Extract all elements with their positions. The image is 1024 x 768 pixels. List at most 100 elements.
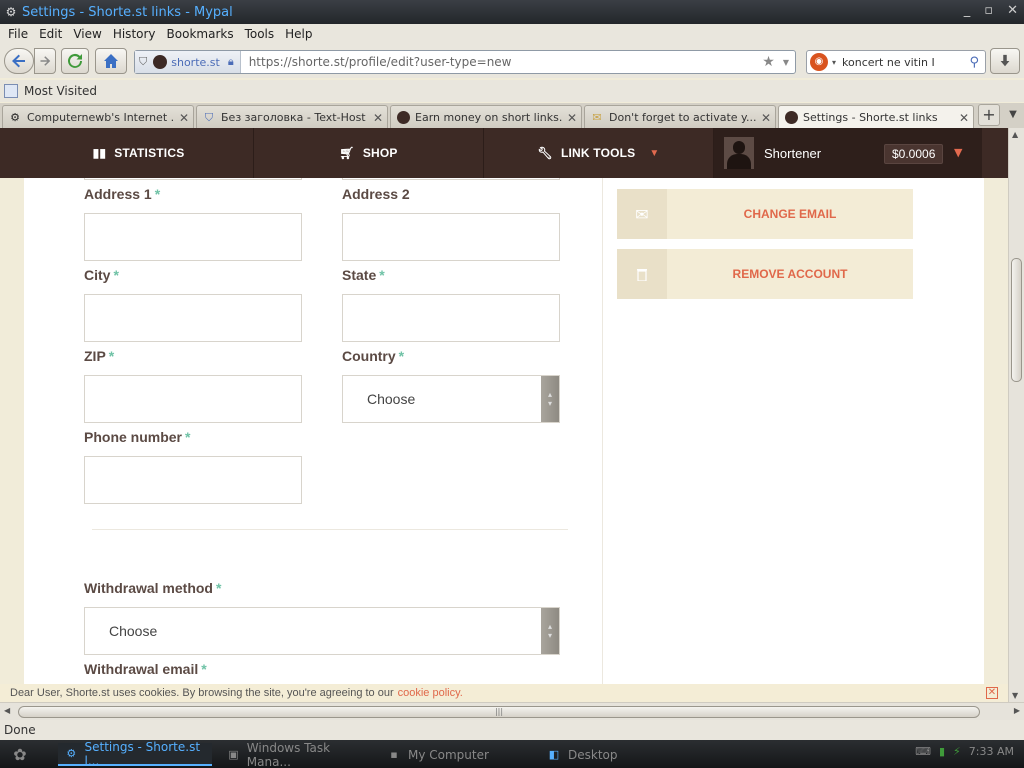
state-input[interactable] — [342, 294, 560, 342]
menu-file[interactable]: File — [8, 27, 28, 41]
menubar: File Edit View History Bookmarks Tools H… — [0, 24, 1024, 44]
tab-text-host[interactable]: ⛉ Без заголовка - Text-Host - ... ✕ — [196, 105, 388, 129]
address-bar[interactable]: ⛉ shorte.st 🔒︎ https://shorte.st/profile… — [134, 50, 796, 74]
tab-activate-email[interactable]: ✉ Don't forget to activate y... ✕ — [584, 105, 776, 129]
tab-list-button[interactable]: ▼ — [1004, 104, 1022, 126]
withdrawal-method-select[interactable]: Choose ▴ ▾ — [84, 607, 560, 655]
text-host-favicon-icon: ⛉ — [204, 110, 214, 124]
page-vertical-scrollbar[interactable]: ▲ ▼ — [1008, 128, 1024, 702]
scroll-right-icon[interactable]: ▶ — [1014, 706, 1020, 715]
cookie-notice: Dear User, Shorte.st uses cookies. By br… — [0, 684, 1008, 702]
taskbar: ✿ ⚙ Settings - Shorte.st l... ▣ Windows … — [0, 740, 1024, 768]
horizontal-scrollbar[interactable]: ◀ ||| ▶ — [0, 702, 1024, 720]
url-dropdown-icon[interactable]: ▼ — [783, 58, 789, 67]
cart-icon: 🛒︎ — [339, 146, 355, 160]
task-windows-task-manager[interactable]: ▣ Windows Task Mana... — [220, 741, 374, 768]
identity-site-label: shorte.st — [171, 55, 220, 69]
chevron-down-icon[interactable]: ▼ — [954, 146, 962, 159]
downloads-button[interactable] — [990, 48, 1020, 74]
task-label: Desktop — [568, 747, 618, 762]
cookie-policy-link[interactable]: cookie policy. — [398, 687, 463, 699]
bookmark-star-icon[interactable]: ★ — [762, 54, 775, 70]
scroll-up-icon[interactable]: ▲ — [1012, 130, 1018, 139]
search-icon[interactable]: ⚲ — [969, 55, 979, 70]
country-select[interactable]: Choose ▴ ▾ — [342, 375, 560, 423]
window-title: Settings - Shorte.st links - Mypal — [22, 4, 233, 20]
search-engine-icon[interactable]: ◉ — [810, 53, 828, 71]
maximize-button[interactable]: ▫ — [984, 3, 993, 18]
menu-history[interactable]: History — [113, 27, 156, 41]
user-menu[interactable]: Shortener $0.0006 ▼ — [714, 128, 982, 178]
scroll-left-icon[interactable]: ◀ — [4, 706, 10, 715]
scrollbar-thumb[interactable] — [1011, 258, 1022, 382]
start-button[interactable]: ✿ — [0, 740, 40, 768]
minimize-button[interactable]: _ — [964, 3, 971, 18]
status-text: Done — [4, 723, 36, 737]
menu-edit[interactable]: Edit — [39, 27, 62, 41]
envelope-icon: ✉ — [617, 189, 667, 239]
menu-view[interactable]: View — [73, 27, 101, 41]
reload-button[interactable] — [61, 48, 89, 74]
bar-chart-icon: ▮▮ — [92, 146, 107, 160]
bookmarks-toolbar: Most Visited — [0, 80, 1024, 102]
tab-settings[interactable]: Settings - Shorte.st links ✕ — [778, 105, 974, 129]
task-my-computer[interactable]: ▪ My Computer — [380, 743, 530, 766]
url-text[interactable]: https://shorte.st/profile/edit?user-type… — [249, 55, 763, 69]
battery-icon[interactable]: ▮ — [939, 745, 945, 758]
tab-close-icon[interactable]: ✕ — [761, 111, 771, 125]
network-icon[interactable]: ⚡︎ — [953, 745, 961, 758]
home-button[interactable] — [95, 48, 127, 74]
nav-statistics-label: STATISTICS — [114, 146, 185, 160]
new-tab-button[interactable]: + — [978, 104, 1000, 126]
city-input[interactable] — [84, 294, 302, 342]
balance-badge: $0.0006 — [884, 144, 944, 164]
change-email-button[interactable]: ✉ CHANGE EMAIL — [617, 189, 913, 239]
task-settings-browser[interactable]: ⚙ Settings - Shorte.st l... — [58, 740, 212, 768]
remove-account-label: REMOVE ACCOUNT — [732, 267, 848, 281]
bookmark-most-visited[interactable]: Most Visited — [24, 84, 97, 98]
forward-arrow-icon — [40, 56, 51, 66]
forward-button[interactable] — [34, 48, 56, 74]
close-window-button[interactable]: ✕ — [1007, 3, 1018, 18]
site-identity-box[interactable]: ⛉ shorte.st 🔒︎ — [135, 51, 241, 73]
tab-earn-money[interactable]: Earn money on short links... ✕ — [390, 105, 582, 129]
back-button[interactable] — [4, 48, 34, 74]
address1-input[interactable] — [84, 213, 302, 261]
computernewb-favicon-icon: ⚙ — [10, 111, 20, 124]
reload-icon — [68, 53, 82, 68]
menu-tools[interactable]: Tools — [245, 27, 275, 41]
clock[interactable]: 7:33 AM — [969, 745, 1014, 758]
nav-statistics[interactable]: ▮▮ STATISTICS — [24, 128, 254, 178]
back-arrow-icon — [12, 54, 25, 68]
tab-close-icon[interactable]: ✕ — [373, 111, 383, 125]
tab-computernewb[interactable]: ⚙ Computernewb's Internet ... ✕ — [2, 105, 194, 129]
search-bar[interactable]: ◉ ▾ koncert ne vitin I ⚲ — [806, 50, 986, 74]
search-input[interactable]: koncert ne vitin I — [836, 56, 969, 69]
address1-label: Address 1 * — [84, 186, 161, 202]
desktop-icon: ◧ — [548, 747, 560, 761]
task-desktop[interactable]: ◧ Desktop — [540, 743, 690, 766]
keyboard-icon[interactable]: ⌨ — [915, 745, 931, 758]
tab-close-icon[interactable]: ✕ — [567, 111, 577, 125]
nav-shop[interactable]: 🛒︎ SHOP — [254, 128, 484, 178]
tab-close-icon[interactable]: ✕ — [179, 111, 189, 125]
remove-account-button[interactable]: REMOVE ACCOUNT — [617, 249, 913, 299]
scroll-down-icon[interactable]: ▼ — [1012, 691, 1018, 700]
menu-bookmarks[interactable]: Bookmarks — [167, 27, 234, 41]
scrollbar-thumb[interactable]: ||| — [18, 706, 980, 718]
phone-input[interactable] — [84, 456, 302, 504]
browser-app-icon: ⚙ — [5, 5, 17, 19]
close-icon[interactable]: ✕ — [986, 687, 998, 699]
change-email-label: CHANGE EMAIL — [743, 207, 837, 221]
previous-input-edge — [342, 178, 560, 180]
site-favicon-icon — [153, 55, 168, 69]
previous-input-edge — [84, 178, 302, 180]
nav-link-tools[interactable]: 🔧︎ LINK TOOLS ▼ — [484, 128, 714, 178]
menu-help[interactable]: Help — [285, 27, 312, 41]
window-controls: _ ▫ ✕ — [964, 3, 1018, 18]
tab-close-icon[interactable]: ✕ — [959, 111, 969, 125]
address2-input[interactable] — [342, 213, 560, 261]
zip-input[interactable] — [84, 375, 302, 423]
tab-label: Don't forget to activate y... — [609, 111, 757, 124]
status-bar: Done — [0, 720, 1024, 740]
